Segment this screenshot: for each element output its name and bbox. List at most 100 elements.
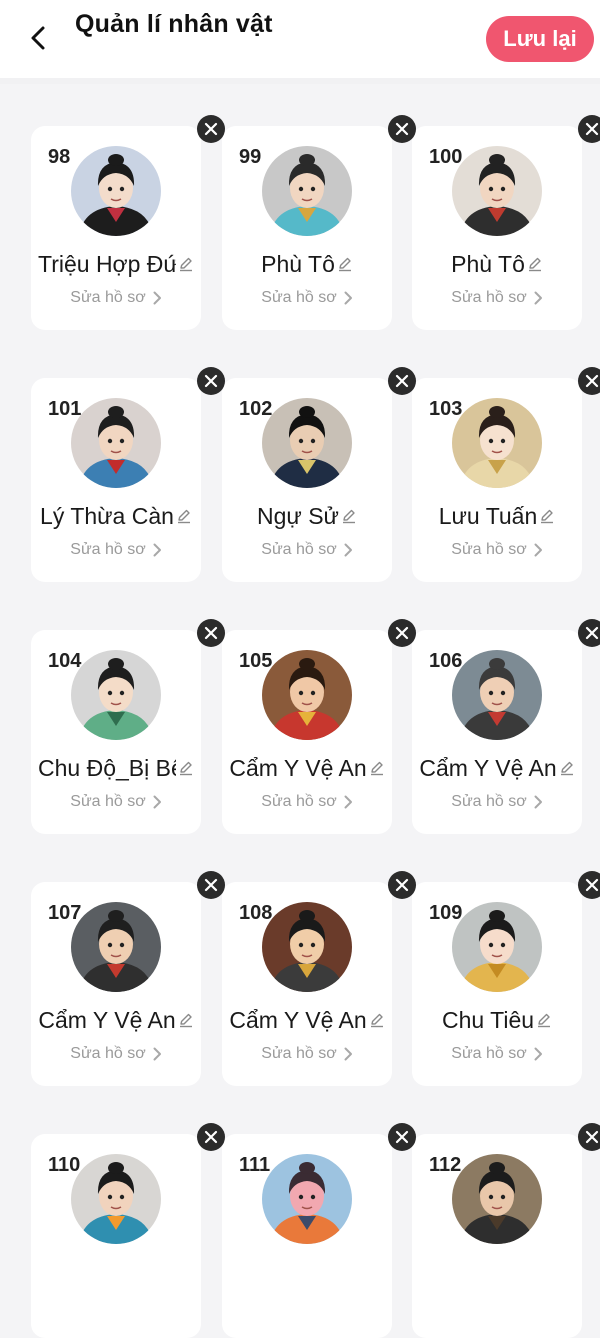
- edit-pencil-icon[interactable]: [176, 508, 192, 524]
- character-card[interactable]: 111: [222, 1134, 392, 1338]
- remove-character-button[interactable]: [388, 367, 416, 395]
- edit-pencil-icon[interactable]: [559, 760, 575, 776]
- edit-profile-link[interactable]: Sửa hồ sơ: [412, 790, 582, 814]
- remove-character-button[interactable]: [197, 367, 225, 395]
- remove-character-button[interactable]: [197, 619, 225, 647]
- remove-character-button[interactable]: [197, 871, 225, 899]
- remove-character-button[interactable]: [578, 619, 600, 647]
- remove-character-button[interactable]: [388, 115, 416, 143]
- portrait-elder-icon[interactable]: [71, 902, 161, 992]
- edit-profile-link[interactable]: Sửa hồ sơ: [222, 286, 392, 310]
- name-row: Cẩm Y Vệ An: [31, 1004, 201, 1036]
- edit-pencil-icon[interactable]: [178, 256, 194, 272]
- remove-character-button[interactable]: [578, 115, 600, 143]
- edit-profile-label: Sửa hồ sơ: [451, 289, 527, 306]
- remove-character-button[interactable]: [578, 871, 600, 899]
- edit-profile-link[interactable]: Sửa hồ sơ: [31, 790, 201, 814]
- portrait-group-icon[interactable]: [452, 146, 542, 236]
- edit-profile-link[interactable]: Sửa hồ sơ: [222, 1042, 392, 1066]
- remove-character-button[interactable]: [388, 619, 416, 647]
- remove-character-button[interactable]: [388, 871, 416, 899]
- edit-pencil-icon[interactable]: [337, 256, 353, 272]
- close-icon: [395, 122, 409, 136]
- edit-pencil-icon[interactable]: [369, 1012, 385, 1028]
- character-name: Phù Tô: [261, 250, 335, 277]
- remove-character-button[interactable]: [578, 1123, 600, 1151]
- portrait-blue-icon[interactable]: [71, 1154, 161, 1244]
- chevron-right-icon: [533, 543, 543, 557]
- name-row: Phù Tô: [222, 248, 392, 280]
- back-button[interactable]: [20, 20, 56, 56]
- character-number: 109: [429, 902, 463, 924]
- remove-character-button[interactable]: [197, 115, 225, 143]
- portrait-prince-icon[interactable]: [262, 146, 352, 236]
- save-button[interactable]: Lưu lại: [486, 16, 594, 62]
- portrait-dark-icon[interactable]: [452, 1154, 542, 1244]
- edit-profile-link[interactable]: Sửa hồ sơ: [222, 790, 392, 814]
- character-card[interactable]: 103 Lưu Tuấn Sửa hồ sơ: [412, 378, 582, 582]
- edit-pencil-icon[interactable]: [527, 256, 543, 272]
- character-card[interactable]: 99 Phù Tô Sửa hồ sơ: [222, 126, 392, 330]
- portrait-woman-icon[interactable]: [71, 146, 161, 236]
- name-row: Cẩm Y Vệ An: [222, 752, 392, 784]
- portrait-armor-icon[interactable]: [262, 902, 352, 992]
- edit-profile-link[interactable]: Sửa hồ sơ: [412, 286, 582, 310]
- chevron-right-icon: [533, 795, 543, 809]
- character-card[interactable]: 105 Cẩm Y Vệ An Sửa hồ sơ: [222, 630, 392, 834]
- character-card[interactable]: 110: [31, 1134, 201, 1338]
- edit-pencil-icon[interactable]: [539, 508, 555, 524]
- character-name: Lý Thừa Càn: [40, 502, 174, 529]
- remove-character-button[interactable]: [578, 367, 600, 395]
- portrait-official-icon[interactable]: [262, 398, 352, 488]
- character-number: 104: [48, 650, 82, 672]
- portrait-scholar-icon[interactable]: [71, 650, 161, 740]
- character-card[interactable]: 98 Triệu Hợp Đứ Sửa hồ sơ: [31, 126, 201, 330]
- character-card[interactable]: 108 Cẩm Y Vệ An Sửa hồ sơ: [222, 882, 392, 1086]
- edit-profile-link[interactable]: Sửa hồ sơ: [412, 1042, 582, 1066]
- character-name: Phù Tô: [451, 250, 525, 277]
- edit-profile-link[interactable]: Sửa hồ sơ: [31, 1042, 201, 1066]
- edit-profile-label: Sửa hồ sơ: [451, 541, 527, 558]
- edit-profile-link[interactable]: Sửa hồ sơ: [31, 538, 201, 562]
- chevron-right-icon: [343, 543, 353, 557]
- edit-pencil-icon[interactable]: [536, 1012, 552, 1028]
- close-icon: [204, 122, 218, 136]
- character-card[interactable]: 101 Lý Thừa Càn Sửa hồ sơ: [31, 378, 201, 582]
- character-card[interactable]: 104 Chu Độ_Bị Bệ Sửa hồ sơ: [31, 630, 201, 834]
- edit-pencil-icon[interactable]: [341, 508, 357, 524]
- portrait-guard-icon[interactable]: [262, 650, 352, 740]
- edit-profile-link[interactable]: Sửa hồ sơ: [222, 538, 392, 562]
- portrait-man-icon[interactable]: [71, 398, 161, 488]
- portrait-lady-icon[interactable]: [452, 398, 542, 488]
- character-card[interactable]: 106 Cẩm Y Vệ An Sửa hồ sơ: [412, 630, 582, 834]
- edit-profile-label: Sửa hồ sơ: [261, 541, 337, 558]
- chevron-right-icon: [152, 543, 162, 557]
- edit-profile-link[interactable]: Sửa hồ sơ: [31, 286, 201, 310]
- close-icon: [585, 1130, 599, 1144]
- character-name: Cẩm Y Vệ An: [229, 1006, 367, 1033]
- edit-profile-link[interactable]: Sửa hồ sơ: [412, 538, 582, 562]
- remove-character-button[interactable]: [197, 1123, 225, 1151]
- portrait-crown-icon[interactable]: [452, 902, 542, 992]
- edit-profile-label: Sửa hồ sơ: [70, 793, 146, 810]
- character-card[interactable]: 100 Phù Tô Sửa hồ sơ: [412, 126, 582, 330]
- close-icon: [395, 374, 409, 388]
- name-row: Phù Tô: [412, 248, 582, 280]
- name-row: [222, 1256, 392, 1288]
- name-row: [31, 1256, 201, 1288]
- remove-character-button[interactable]: [388, 1123, 416, 1151]
- edit-pencil-icon[interactable]: [178, 760, 194, 776]
- edit-pencil-icon[interactable]: [369, 760, 385, 776]
- name-row: Chu Tiêu: [412, 1004, 582, 1036]
- character-card[interactable]: 107 Cẩm Y Vệ An Sửa hồ sơ: [31, 882, 201, 1086]
- character-card[interactable]: 102 Ngự Sử Sửa hồ sơ: [222, 378, 392, 582]
- name-row: Triệu Hợp Đứ: [31, 248, 201, 280]
- character-card[interactable]: 109 Chu Tiêu Sửa hồ sơ: [412, 882, 582, 1086]
- edit-profile-label: Sửa hồ sơ: [261, 1045, 337, 1062]
- chevron-right-icon: [152, 291, 162, 305]
- portrait-helmet-icon[interactable]: [452, 650, 542, 740]
- edit-pencil-icon[interactable]: [178, 1012, 194, 1028]
- portrait-pink-icon[interactable]: [262, 1154, 352, 1244]
- character-card[interactable]: 112: [412, 1134, 582, 1338]
- character-number: 112: [429, 1154, 462, 1176]
